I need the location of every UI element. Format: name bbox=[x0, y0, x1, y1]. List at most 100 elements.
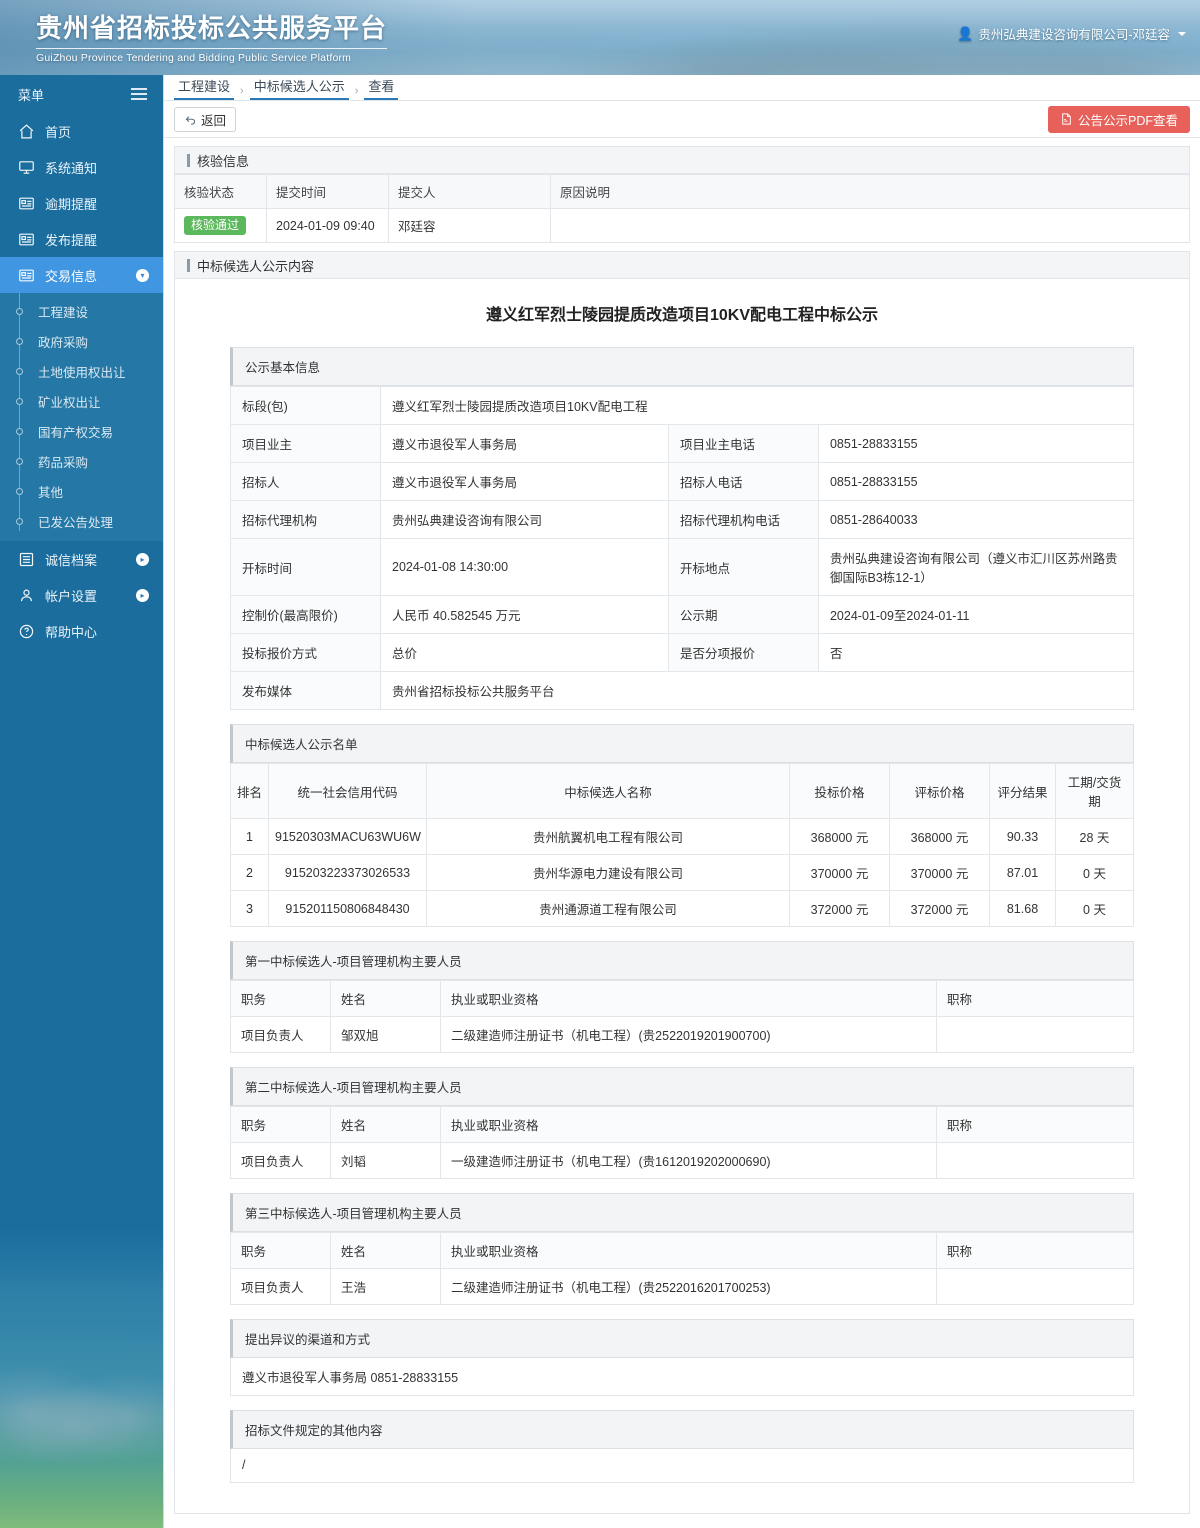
cell-credit-code: 915203223373026533 bbox=[268, 854, 427, 892]
chevron-down-icon[interactable]: ▾ bbox=[136, 268, 149, 282]
cell-credit-code: 915201150806848430 bbox=[268, 890, 427, 928]
sidebar-subitem-other[interactable]: 其他 bbox=[0, 476, 163, 506]
cell-eval-price: 370000 元 bbox=[889, 854, 990, 892]
sidebar-subitem-published-announcements[interactable]: 已发公告处理 bbox=[0, 506, 163, 536]
cell-bid-price: 372000 元 bbox=[789, 890, 890, 928]
cell-score: 90.33 bbox=[989, 818, 1056, 856]
sidebar-menu-label: 菜单 bbox=[18, 87, 45, 103]
personnel-3-section-label: 第三中标候选人-项目管理机构主要人员 bbox=[245, 1207, 462, 1222]
personnel-2-section-header: 第二中标候选人-项目管理机构主要人员 bbox=[230, 1067, 1134, 1107]
col-candidate-name: 中标候选人名称 bbox=[426, 763, 790, 820]
cell-eval-price: 372000 元 bbox=[889, 890, 990, 928]
sidebar-subitem-land-use-rights[interactable]: 土地使用权出让 bbox=[0, 356, 163, 386]
cell-qualification: 一级建造师注册证书（机电工程）(贵1612019202000690) bbox=[440, 1142, 937, 1180]
table-header-row: 职务 姓名 执业或职业资格 职称 bbox=[230, 1106, 1134, 1144]
sidebar-item-help-center[interactable]: 帮助中心 bbox=[0, 613, 163, 649]
sidebar-item-label: 帮助中心 bbox=[45, 624, 98, 640]
user-name-label: 贵州弘典建设咨询有限公司-邓廷容 bbox=[978, 28, 1170, 42]
sidebar-item-overdue-reminder[interactable]: 逾期提醒 bbox=[0, 185, 163, 221]
personnel-1-section-header: 第一中标候选人-项目管理机构主要人员 bbox=[230, 941, 1134, 981]
breadcrumb: 工程建设 › 中标候选人公示 › 查看 bbox=[164, 75, 1200, 101]
sidebar-item-home[interactable]: 首页 bbox=[0, 113, 163, 149]
sidebar-item-transaction-info[interactable]: 交易信息 ▾ bbox=[0, 257, 163, 293]
sidebar-subitem-drug-procurement[interactable]: 药品采购 bbox=[0, 446, 163, 476]
col-title: 职称 bbox=[936, 1232, 1134, 1270]
personnel-1-table: 职务 姓名 执业或职业资格 职称 项目负责人 邹双旭 二级建造师注册证书（机电工… bbox=[230, 980, 1134, 1054]
field-value-tenderer-phone: 0851-28833155 bbox=[817, 462, 1135, 502]
sidebar-item-account-settings[interactable]: 帐户设置 ▸ bbox=[0, 577, 163, 613]
sidebar-item-credit-archive[interactable]: 诚信档案 ▸ bbox=[0, 541, 163, 577]
col-verify-status: 核验状态 bbox=[174, 174, 267, 209]
verify-table-wrapper: 核验状态 提交时间 提交人 原因说明 核验通过 2024-01-09 09:40 bbox=[174, 174, 1190, 244]
sidebar-item-system-notice[interactable]: 系统通知 bbox=[0, 149, 163, 185]
sidebar-item-publish-reminder[interactable]: 发布提醒 bbox=[0, 221, 163, 257]
action-toolbar: 返回 公告公示PDF查看 bbox=[164, 101, 1200, 138]
user-menu[interactable]: 👤 贵州弘典建设咨询有限公司-邓廷容 bbox=[957, 24, 1186, 43]
sidebar-menu-header[interactable]: 菜单 bbox=[0, 75, 163, 113]
col-name: 姓名 bbox=[330, 1106, 441, 1144]
breadcrumb-item-view[interactable]: 查看 bbox=[364, 76, 399, 100]
cell-score: 81.68 bbox=[989, 890, 1056, 928]
breadcrumb-item-candidate-announcement[interactable]: 中标候选人公示 bbox=[249, 76, 349, 100]
personnel-2-section-label: 第二中标候选人-项目管理机构主要人员 bbox=[245, 1081, 462, 1096]
sidebar-subitem-label: 矿业权出让 bbox=[38, 395, 101, 410]
col-qualification: 执业或职业资格 bbox=[440, 980, 937, 1018]
sidebar-item-label: 系统通知 bbox=[45, 160, 98, 176]
sidebar-subitem-government-procurement[interactable]: 政府采购 bbox=[0, 326, 163, 356]
breadcrumb-item-engineering[interactable]: 工程建设 bbox=[174, 76, 235, 100]
table-header-row: 职务 姓名 执业或职业资格 职称 bbox=[230, 980, 1134, 1018]
announcement-content-box: 遵义红军烈士陵园提质改造项目10KV配电工程中标公示 公示基本信息 标段(包) … bbox=[174, 279, 1190, 1515]
candidates-table: 排名 统一社会信用代码 中标候选人名称 投标价格 评标价格 评分结果 工期/交货… bbox=[230, 763, 1134, 928]
sidebar-subitem-label: 已发公告处理 bbox=[38, 515, 114, 530]
sidebar-subitem-mining-rights[interactable]: 矿业权出让 bbox=[0, 386, 163, 416]
main-content: 工程建设 › 中标候选人公示 › 查看 返回 公告公示PDF查看 核验信息 核验… bbox=[163, 75, 1200, 1528]
cell-rank: 1 bbox=[230, 818, 269, 856]
page-title: 遵义红军烈士陵园提质改造项目10KV配电工程中标公示 bbox=[485, 307, 879, 325]
verify-submit-time-cell: 2024-01-09 09:40 bbox=[266, 207, 389, 244]
table-row: 控制价(最高限价) 人民币 40.582545 万元 公示期 2024-01-0… bbox=[230, 595, 1135, 635]
table-row: 项目业主 遵义市退役军人事务局 项目业主电话 0851-28833155 bbox=[230, 424, 1135, 464]
breadcrumb-separator: › bbox=[240, 85, 244, 97]
field-value-itemized-quote: 否 bbox=[817, 633, 1135, 673]
hamburger-icon[interactable] bbox=[131, 88, 147, 100]
cell-rank: 2 bbox=[230, 854, 269, 892]
cell-duration: 0 天 bbox=[1055, 854, 1134, 892]
chevron-right-icon[interactable]: ▸ bbox=[136, 588, 149, 602]
cell-score: 87.01 bbox=[989, 854, 1056, 892]
field-label-owner: 项目业主 bbox=[230, 424, 381, 464]
app-header: 贵州省招标投标公共服务平台 GuiZhou Province Tendering… bbox=[0, 0, 1200, 75]
cell-qualification: 二级建造师注册证书（机电工程）(贵2522019201900700) bbox=[440, 1016, 937, 1054]
col-name: 姓名 bbox=[330, 1232, 441, 1270]
field-label-media: 发布媒体 bbox=[230, 671, 381, 711]
cell-bid-price: 368000 元 bbox=[789, 818, 890, 856]
sidebar-subitem-engineering-construction[interactable]: 工程建设 bbox=[0, 296, 163, 326]
pdf-view-button[interactable]: 公告公示PDF查看 bbox=[1047, 105, 1190, 133]
undo-arrow-icon bbox=[184, 113, 197, 126]
archive-icon bbox=[18, 551, 35, 568]
back-button[interactable]: 返回 bbox=[174, 106, 237, 132]
chevron-right-icon[interactable]: ▸ bbox=[136, 552, 149, 566]
home-icon bbox=[18, 123, 35, 140]
col-post: 职务 bbox=[230, 1232, 331, 1270]
content-panel-title-label: 中标候选人公示内容 bbox=[197, 258, 315, 274]
table-row: 2 915203223373026533 贵州华源电力建设有限公司 370000… bbox=[230, 854, 1134, 892]
field-label-quote-method: 投标报价方式 bbox=[230, 633, 381, 673]
sidebar-subitem-state-property-trading[interactable]: 国有产权交易 bbox=[0, 416, 163, 446]
cell-post: 项目负责人 bbox=[230, 1142, 331, 1180]
body-wrapper: 菜单 首页 系统通知 逾期提醒 发布提醒 交易信息 ▾ 工程建设 政府采购 土地… bbox=[0, 75, 1200, 1528]
cell-title bbox=[936, 1268, 1134, 1306]
candidates-section-header: 中标候选人公示名单 bbox=[230, 724, 1134, 764]
col-title: 职称 bbox=[936, 980, 1134, 1018]
other-content-text: / bbox=[230, 1449, 1134, 1484]
field-label-control-price: 控制价(最高限价) bbox=[230, 595, 381, 635]
sidebar-subitem-label: 工程建设 bbox=[38, 305, 89, 320]
objection-section-label: 提出异议的渠道和方式 bbox=[245, 1333, 371, 1348]
user-icon: 👤 bbox=[957, 26, 974, 41]
objection-text: 遵义市退役军人事务局 0851-28833155 bbox=[230, 1358, 1134, 1397]
table-row: 投标报价方式 总价 是否分项报价 否 bbox=[230, 633, 1135, 673]
table-row: 开标时间 2024-01-08 14:30:00 开标地点 贵州弘典建设咨询有限… bbox=[230, 538, 1135, 597]
candidates-section-label: 中标候选人公示名单 bbox=[245, 738, 358, 753]
